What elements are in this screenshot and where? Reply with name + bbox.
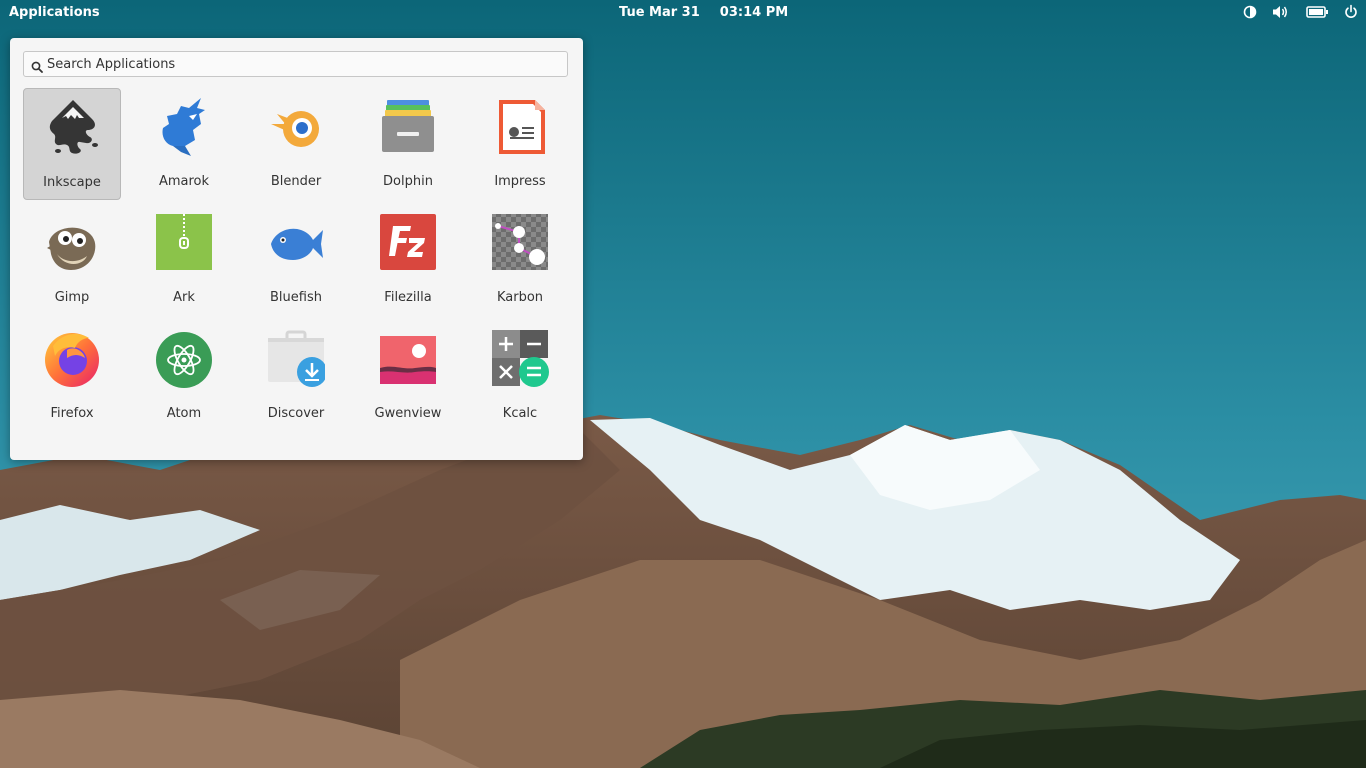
search-icon bbox=[31, 58, 43, 77]
app-label: Bluefish bbox=[270, 290, 322, 305]
bluefish-icon bbox=[267, 212, 325, 272]
app-label: Firefox bbox=[50, 406, 94, 421]
application-launcher: Inkscape Amarok Blender bbox=[10, 38, 583, 460]
gimp-icon bbox=[43, 212, 101, 272]
app-label: Discover bbox=[267, 406, 325, 421]
volume-icon[interactable] bbox=[1272, 4, 1290, 20]
app-amarok[interactable]: Amarok bbox=[135, 88, 233, 200]
app-kcalc[interactable]: Kcalc bbox=[471, 320, 569, 432]
discover-icon bbox=[267, 328, 325, 388]
contrast-icon[interactable] bbox=[1243, 4, 1257, 20]
app-label: Blender bbox=[270, 174, 322, 189]
search-box[interactable] bbox=[23, 51, 568, 77]
impress-icon bbox=[491, 96, 549, 156]
atom-icon bbox=[155, 328, 213, 388]
app-dolphin[interactable]: Dolphin bbox=[359, 88, 457, 200]
app-label: Amarok bbox=[158, 174, 210, 189]
time-label: 03:14 PM bbox=[719, 5, 789, 20]
app-label: Kcalc bbox=[502, 406, 538, 421]
app-label: Impress bbox=[494, 174, 546, 189]
app-blender[interactable]: Blender bbox=[247, 88, 345, 200]
app-impress[interactable]: Impress bbox=[471, 88, 569, 200]
search-input[interactable] bbox=[47, 55, 557, 73]
app-label: Atom bbox=[166, 406, 202, 421]
app-firefox[interactable]: Firefox bbox=[23, 320, 121, 432]
applications-menu-button[interactable]: Applications bbox=[9, 5, 100, 20]
app-label: Filezilla bbox=[384, 290, 432, 305]
app-bluefish[interactable]: Bluefish bbox=[247, 204, 345, 316]
karbon-icon bbox=[491, 212, 549, 272]
app-label: Ark bbox=[173, 290, 195, 305]
blender-icon bbox=[267, 96, 325, 156]
app-discover[interactable]: Discover bbox=[247, 320, 345, 432]
app-label: Karbon bbox=[496, 290, 544, 305]
app-ark[interactable]: Ark bbox=[135, 204, 233, 316]
amarok-icon bbox=[155, 96, 213, 156]
app-atom[interactable]: Atom bbox=[135, 320, 233, 432]
ark-icon bbox=[155, 212, 213, 272]
app-filezilla[interactable]: Filezilla bbox=[359, 204, 457, 316]
dolphin-icon bbox=[379, 96, 437, 156]
app-label: Inkscape bbox=[43, 175, 101, 190]
app-karbon[interactable]: Karbon bbox=[471, 204, 569, 316]
firefox-icon bbox=[43, 328, 101, 388]
date-label: Tue Mar 31 bbox=[619, 5, 700, 20]
app-gwenview[interactable]: Gwenview bbox=[359, 320, 457, 432]
app-label: Gimp bbox=[54, 290, 90, 305]
top-panel: Applications Tue Mar 31 03:14 PM bbox=[0, 0, 1366, 26]
kcalc-icon bbox=[491, 328, 549, 388]
app-label: Dolphin bbox=[383, 174, 433, 189]
app-inkscape[interactable]: Inkscape bbox=[23, 88, 121, 200]
gwenview-icon bbox=[379, 328, 437, 388]
power-icon[interactable] bbox=[1344, 4, 1358, 20]
app-label: Gwenview bbox=[374, 406, 442, 421]
inkscape-icon bbox=[44, 97, 102, 157]
app-gimp[interactable]: Gimp bbox=[23, 204, 121, 316]
filezilla-icon bbox=[379, 212, 437, 272]
clock[interactable]: Tue Mar 31 03:14 PM bbox=[619, 5, 808, 20]
battery-icon[interactable] bbox=[1306, 4, 1329, 20]
